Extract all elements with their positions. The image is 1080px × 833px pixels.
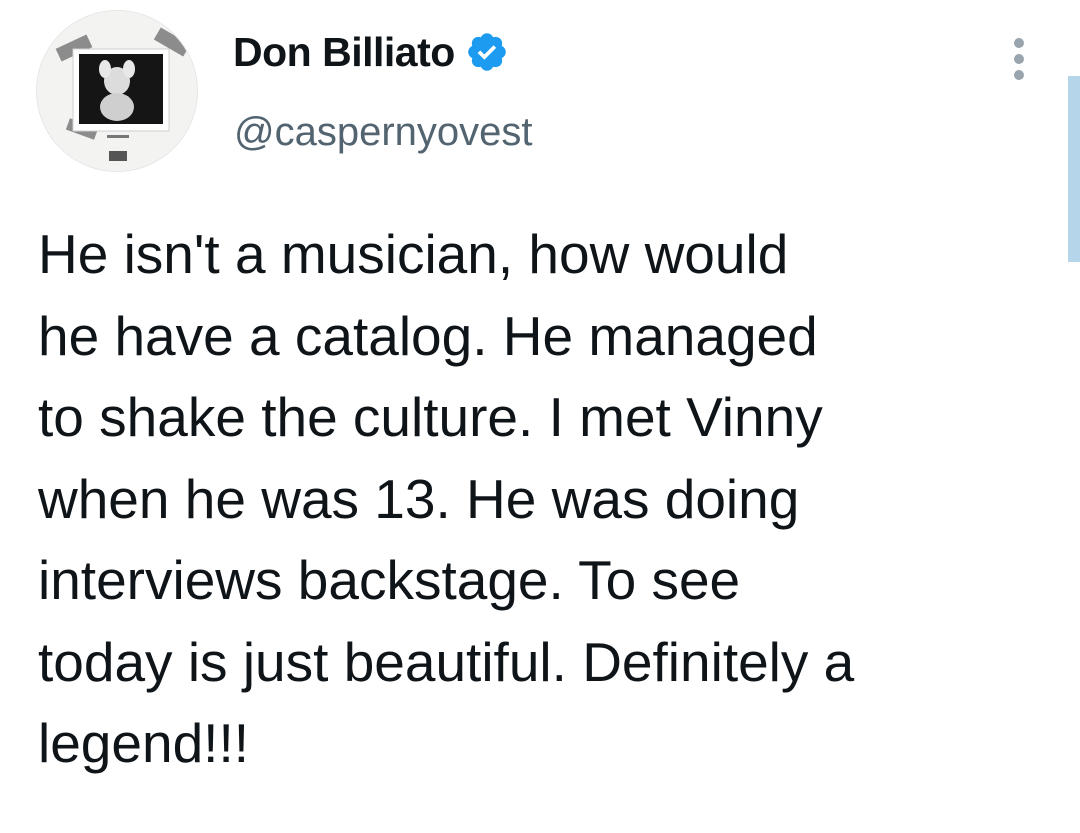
more-vertical-icon-dot — [1014, 54, 1024, 64]
author-display-name-row[interactable]: Don Billiato — [233, 28, 509, 76]
tweet-text: He isn't a musician, how would he have a… — [38, 223, 855, 774]
more-vertical-icon-dot — [1014, 38, 1024, 48]
more-options-button[interactable] — [1000, 34, 1040, 80]
avatar[interactable] — [36, 10, 198, 172]
author-handle[interactable]: @caspernyovest — [234, 108, 533, 156]
album-cover-avatar-image — [37, 11, 197, 171]
more-vertical-icon-dot — [1014, 70, 1024, 80]
scrollbar-thumb[interactable] — [1068, 76, 1080, 262]
verified-badge-icon — [467, 33, 506, 71]
author-display-name[interactable]: Don Billiato — [233, 28, 455, 76]
